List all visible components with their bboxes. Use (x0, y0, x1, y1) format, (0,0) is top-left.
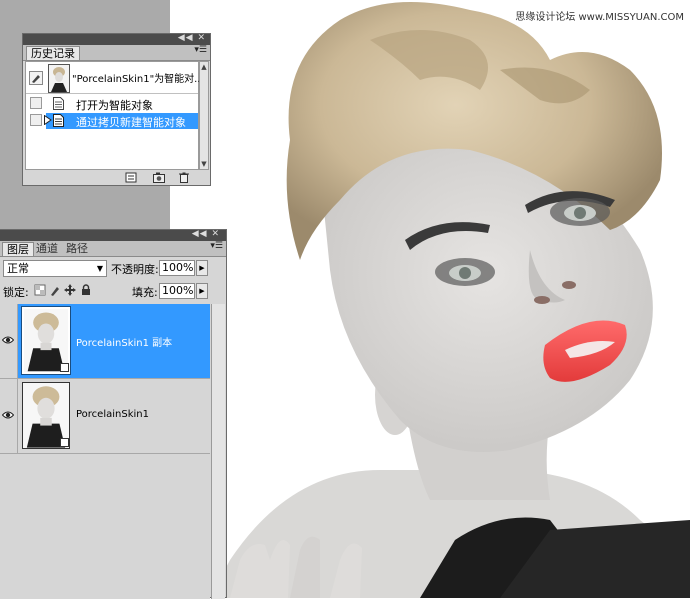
lock-transparent-icon[interactable] (34, 284, 46, 296)
smart-object-badge-icon (60, 363, 69, 372)
visibility-cell[interactable] (0, 379, 18, 453)
collapse-icon[interactable]: ◀◀ ✕ (178, 33, 206, 43)
layers-scrollbar[interactable] (211, 304, 225, 599)
eye-icon[interactable] (2, 410, 14, 420)
history-state-slider-icon[interactable] (44, 115, 52, 125)
layer-name[interactable]: PorcelainSkin1 (76, 409, 149, 420)
fill-input[interactable]: 100% (159, 283, 195, 299)
layer-name[interactable]: PorcelainSkin1 副本 (76, 334, 172, 349)
opacity-label: 不透明度: (111, 263, 159, 276)
tab-history[interactable]: 历史记录 (26, 46, 80, 60)
eye-icon[interactable] (2, 335, 14, 345)
layer-row[interactable]: PorcelainSkin1 副本 (0, 304, 210, 379)
snapshot-label: "PorcelainSkin1"为智能对... (72, 74, 204, 85)
history-state-label: 打开为智能对象 (76, 99, 153, 112)
lock-position-icon[interactable] (64, 284, 76, 296)
visibility-cell[interactable] (0, 304, 18, 378)
blend-opacity-row: 正常 ▼ 不透明度: 100% ▶ (0, 258, 225, 280)
history-tabs: 历史记录 ▾☰ (23, 45, 210, 61)
snapshot-thumbnail (48, 64, 70, 93)
history-state-open-smart-object[interactable]: 打开为智能对象 (26, 96, 198, 112)
chevron-down-icon: ▼ (96, 264, 103, 273)
blend-mode-value: 正常 (7, 262, 29, 275)
document-canvas[interactable]: 思缘设计论坛 www.MISSYUAN.COM (170, 0, 690, 598)
scroll-up-icon[interactable]: ▲ (200, 63, 208, 71)
opacity-slider-button[interactable]: ▶ (196, 260, 208, 276)
watermark-text: 思缘设计论坛 www.MISSYUAN.COM (515, 12, 684, 23)
lock-fill-row: 锁定: 填充: 100% ▶ (0, 280, 225, 302)
history-footer (23, 170, 210, 185)
fill-slider-button[interactable]: ▶ (196, 283, 208, 299)
collapse-icon[interactable]: ◀◀ ✕ (192, 229, 220, 239)
panel-menu-icon[interactable]: ▾☰ (194, 45, 207, 55)
panel-menu-icon[interactable]: ▾☰ (210, 241, 223, 251)
smart-object-badge-icon (60, 438, 69, 447)
tab-channels[interactable]: 通道 (32, 242, 62, 256)
history-source-checkbox[interactable] (30, 114, 42, 126)
new-document-from-state-icon[interactable] (125, 172, 137, 183)
layer-row[interactable]: PorcelainSkin1 (0, 379, 210, 454)
layers-panel: ◀◀ ✕ 图层 通道 路径 ▾☰ 正常 ▼ 不透明度: 100% ▶ 锁定: 填 (0, 229, 227, 599)
history-brush-icon[interactable] (29, 71, 43, 85)
document-state-icon (53, 97, 64, 110)
history-source-checkbox[interactable] (30, 97, 42, 109)
camera-icon[interactable] (153, 172, 165, 183)
opacity-input[interactable]: 100% (159, 260, 195, 276)
document-state-icon (53, 114, 64, 127)
fill-label: 填充: (132, 286, 158, 299)
history-panel: ◀◀ ✕ 历史记录 ▾☰ "PorcelainSkin1"为智能对... 打开为… (22, 33, 211, 186)
history-state-label: 通过拷贝新建智能对象 (76, 116, 186, 129)
history-snapshot[interactable]: "PorcelainSkin1"为智能对... (26, 62, 204, 94)
layers-tabs: 图层 通道 路径 ▾☰ (0, 241, 226, 257)
scroll-down-icon[interactable]: ▼ (200, 160, 208, 168)
history-panel-titlebar[interactable]: ◀◀ ✕ (23, 33, 210, 45)
lock-image-icon[interactable] (49, 284, 61, 296)
layers-panel-titlebar[interactable]: ◀◀ ✕ (0, 229, 226, 241)
tab-paths[interactable]: 路径 (62, 242, 92, 256)
lock-label: 锁定: (3, 286, 29, 299)
layers-list: PorcelainSkin1 副本 PorcelainSkin1 (0, 304, 210, 599)
history-scrollbar[interactable]: ▲ ▼ (199, 61, 209, 170)
trash-icon[interactable] (178, 172, 190, 183)
portrait-photo (210, 2, 690, 598)
blend-mode-select[interactable]: 正常 ▼ (3, 260, 107, 277)
history-list: "PorcelainSkin1"为智能对... 打开为智能对象 通过拷贝新建智能… (25, 61, 204, 170)
tab-layers[interactable]: 图层 (2, 242, 34, 256)
lock-all-icon[interactable] (80, 284, 92, 296)
history-state-new-smart-object-via-copy[interactable]: 通过拷贝新建智能对象 (26, 113, 198, 129)
